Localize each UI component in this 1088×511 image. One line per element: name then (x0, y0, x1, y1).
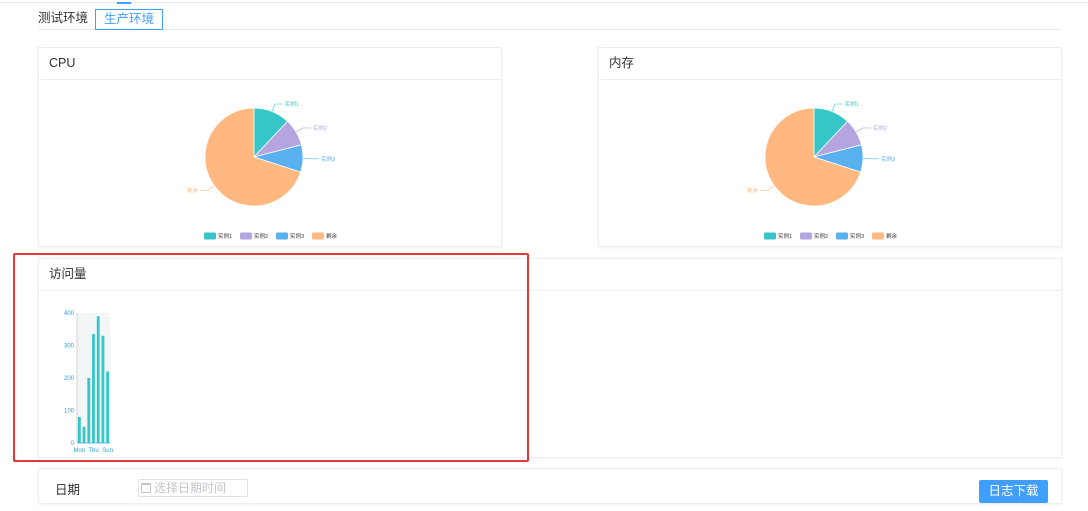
cpu-card-title: CPU (39, 48, 501, 80)
top-active-indicator (117, 2, 131, 4)
visits-bar[interactable] (96, 316, 100, 443)
memory-legend-swatch[interactable] (764, 232, 776, 240)
cpu-slice-label: 实例2 (313, 124, 327, 132)
memory-card: 内存 实例1 实例2 实例3 剩余 实例1 实例2 实例3 剩余 (598, 47, 1062, 247)
date-placeholder: 选择日期时间 (154, 481, 227, 495)
memory-label-line (759, 185, 775, 191)
visits-bar[interactable] (106, 371, 110, 444)
date-picker-input[interactable]: 选择日期时间 (138, 479, 248, 497)
memory-slice-label: 实例3 (881, 155, 895, 163)
memory-slice-label: 实例1 (845, 100, 859, 108)
visits-x-tick-label: Thu (88, 448, 98, 454)
top-divider (0, 2, 1088, 3)
visits-x-tick-label: Mon (74, 448, 86, 454)
tab-prod-env[interactable]: 生产环境 (95, 9, 164, 30)
cpu-slice-label: 实例1 (285, 100, 299, 108)
visits-bar[interactable] (92, 334, 95, 443)
tab-test-env[interactable]: 测试环境 (38, 9, 88, 29)
visits-y-tick-label: 200 (64, 376, 75, 382)
memory-card-title: 内存 (599, 48, 1061, 80)
visits-card-title: 访问量 (39, 259, 1061, 291)
cpu-label-line (271, 103, 283, 112)
cpu-pie-chart: 实例1实例2实例3剩余实例1 实例2 实例3 剩余 (187, 100, 338, 240)
cpu-card: CPU 实例1 实例2 实例3 剩余 实例1 实例2 实例3 剩余 (38, 47, 502, 247)
cpu-legend-label[interactable]: 实例2 (254, 232, 268, 240)
cpu-slice-label: 剩余 (187, 187, 199, 195)
cpu-legend-label[interactable]: 实例3 (290, 232, 304, 240)
visits-bar[interactable] (87, 378, 91, 443)
cpu-legend-label[interactable]: 实例1 (218, 232, 232, 240)
memory-slice-label: 剩余 (747, 187, 759, 195)
memory-label-line (856, 127, 872, 133)
cpu-label-line (199, 185, 215, 191)
memory-legend-label[interactable]: 剩余 (886, 232, 898, 240)
log-download-button[interactable]: 日志下载 (979, 480, 1048, 503)
visits-bar[interactable] (77, 417, 81, 443)
visits-y-tick-label: 0 (71, 441, 75, 447)
visits-x-tick-label: Sun (102, 448, 113, 454)
memory-legend-label[interactable]: 实例3 (850, 232, 864, 240)
memory-legend-label[interactable]: 实例1 (778, 232, 792, 240)
visits-bar-chart: 0 100 200 300 400 Mon Thu Sun (64, 311, 113, 454)
memory-label-line (831, 103, 843, 112)
visits-y-tick-label: 400 (64, 311, 75, 317)
cpu-legend-swatch[interactable] (204, 232, 216, 240)
memory-legend-swatch[interactable] (800, 232, 812, 240)
cpu-legend-swatch[interactable] (276, 232, 288, 240)
visits-y-tick-label: 300 (64, 344, 75, 350)
environment-tabs: 测试环境 生产环境 (38, 9, 1061, 30)
log-download-bar: 日期 选择日期时间 日志下载 (38, 468, 1062, 504)
memory-slice-label: 实例2 (873, 124, 887, 132)
date-label: 日期 (55, 483, 81, 497)
cpu-legend-swatch[interactable] (240, 232, 252, 240)
visits-bar[interactable] (101, 335, 105, 443)
visits-bar[interactable] (82, 426, 86, 443)
calendar-icon (141, 483, 151, 493)
visits-card: 访问量 0 100 200 300 400 Mon Thu Sun (38, 258, 1062, 458)
cpu-label-line (296, 127, 312, 133)
memory-legend-swatch[interactable] (872, 232, 884, 240)
cpu-slice-label: 实例3 (321, 155, 335, 163)
cpu-legend-label[interactable]: 剩余 (326, 232, 338, 240)
memory-legend-label[interactable]: 实例2 (814, 232, 828, 240)
memory-pie-chart: 实例1实例2实例3剩余实例1 实例2 实例3 剩余 (747, 100, 898, 240)
memory-legend-swatch[interactable] (836, 232, 848, 240)
visits-y-tick-label: 100 (64, 409, 75, 415)
cpu-legend-swatch[interactable] (312, 232, 324, 240)
